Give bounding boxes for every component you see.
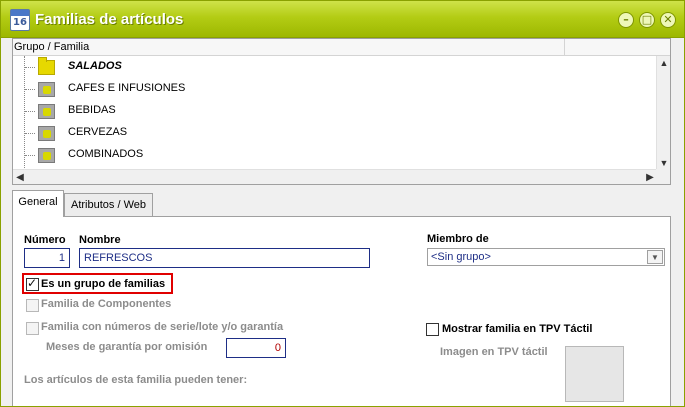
tree-item-bebidas[interactable]: BEBIDAS <box>13 100 657 122</box>
miembro-label: Miembro de <box>427 233 489 245</box>
tree-item-label: CAFES E INFUSIONES <box>68 82 186 94</box>
grupo-label[interactable]: Es un grupo de familias <box>41 278 165 290</box>
calendar-app-icon: 16 <box>10 9 30 31</box>
tree-column-header[interactable]: Grupo / Familia <box>13 39 670 56</box>
tree-item-cervezas[interactable]: CERVEZAS <box>13 122 657 144</box>
numero-label: Número <box>24 234 66 246</box>
numero-field[interactable]: 1 <box>24 248 70 268</box>
nombre-field[interactable]: REFRESCOS <box>79 248 370 268</box>
grupo-checkbox[interactable] <box>26 276 39 291</box>
tree-vertical-scrollbar[interactable]: ▲ ▼ <box>656 56 670 170</box>
puzzle-icon <box>38 148 55 163</box>
family-tree[interactable]: Grupo / Familia SALADOS CAFES E INFUSION… <box>12 38 671 185</box>
serie-checkbox[interactable] <box>26 322 39 335</box>
articulos-label: Los artículos de esta familia pueden ten… <box>24 374 248 386</box>
families-window: 16 Familias de artículos – □ ✕ Grupo / F… <box>0 0 685 407</box>
tree-item-cafes[interactable]: CAFES E INFUSIONES <box>13 78 657 100</box>
puzzle-icon <box>38 82 55 97</box>
serie-label[interactable]: Familia con números de serie/lote y/o ga… <box>41 321 283 333</box>
tree-item-label: CERVEZAS <box>68 126 128 138</box>
tree-item-label: BEBIDAS <box>68 104 116 116</box>
miembro-select[interactable]: <Sin grupo> ▼ <box>427 248 665 266</box>
tpv-label[interactable]: Mostrar familia en TPV Táctil <box>442 323 592 335</box>
tree-column-label: Grupo / Familia <box>14 41 90 53</box>
scroll-right-icon[interactable]: ▶ <box>643 170 657 185</box>
close-icon[interactable]: ✕ <box>660 12 676 28</box>
chevron-down-icon[interactable]: ▼ <box>647 250 663 264</box>
tree-item-label: SALADOS <box>68 60 122 72</box>
tab-general[interactable]: General <box>12 190 64 217</box>
scroll-down-icon[interactable]: ▼ <box>657 156 671 170</box>
tree-item-combinados[interactable]: COMBINADOS <box>13 144 657 166</box>
nombre-label: Nombre <box>79 234 121 246</box>
meses-field[interactable]: 0 <box>226 338 286 358</box>
puzzle-icon <box>38 104 55 119</box>
componentes-label[interactable]: Familia de Componentes <box>41 298 171 310</box>
scroll-up-icon[interactable]: ▲ <box>657 56 671 70</box>
minimize-icon[interactable]: – <box>618 12 634 28</box>
tree-item-salados[interactable]: SALADOS <box>13 56 657 78</box>
meses-label: Meses de garantía por omisión <box>46 341 208 353</box>
folder-icon <box>38 57 55 75</box>
componentes-checkbox[interactable] <box>26 299 39 312</box>
tree-horizontal-scrollbar[interactable]: ◀ ▶ <box>13 169 657 184</box>
tab-atributos-web[interactable]: Atributos / Web <box>64 193 153 217</box>
tree-rows: SALADOS CAFES E INFUSIONES BEBIDAS CERVE… <box>13 56 657 170</box>
tree-item-label: COMBINADOS <box>68 148 144 160</box>
imagen-label: Imagen en TPV táctil <box>440 346 548 358</box>
puzzle-icon <box>38 126 55 141</box>
maximize-icon[interactable]: □ <box>639 12 655 28</box>
title-bar[interactable]: 16 Familias de artículos – □ ✕ <box>1 1 684 38</box>
tpv-checkbox[interactable] <box>426 323 439 336</box>
tpv-image-box[interactable] <box>565 346 624 402</box>
app-icon-label: 16 <box>13 17 27 28</box>
scroll-corner <box>656 169 670 184</box>
window-title: Familias de artículos <box>35 11 184 28</box>
scroll-left-icon[interactable]: ◀ <box>13 170 27 185</box>
miembro-value: <Sin grupo> <box>431 251 491 263</box>
